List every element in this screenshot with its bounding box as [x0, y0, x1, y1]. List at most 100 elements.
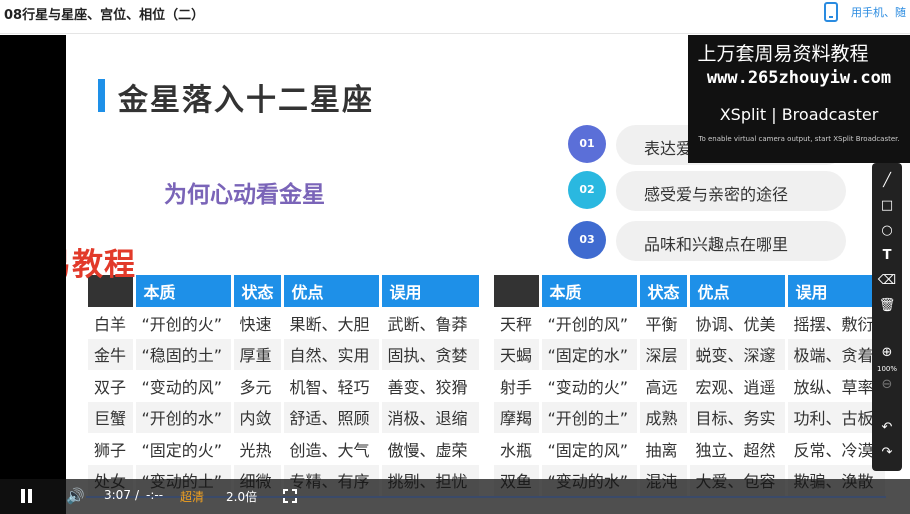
essence-cell: “固定的水” [540, 338, 640, 370]
overlay-cn-text: 上万套周易资料教程 [697, 43, 869, 65]
essence-cell: “开创的火” [134, 307, 234, 339]
strength-cell: 宏观、逍遥 [688, 370, 788, 402]
state-cell: 深层 [638, 338, 690, 370]
table-row: 水瓶 “固定的风” 抽离 独立、超然 反常、冷漠 [494, 433, 888, 465]
sign-cell: 摩羯 [494, 401, 542, 433]
essence-cell: “稳固的土” [134, 338, 234, 370]
state-cell: 厚重 [232, 338, 284, 370]
strength-cell: 目标、务实 [688, 401, 788, 433]
video-player[interactable]: 金星落入十二星座 为何心动看金星 01 表达爱 02 感受爱与亲密的途径 03 … [0, 35, 910, 514]
essence-cell: “开创的水” [134, 401, 234, 433]
slide-title: 金星落入十二星座 [118, 83, 374, 118]
misuse-cell: 善变、狡猾 [380, 370, 482, 402]
table-header-row: 本质 状态 优点 误用 [494, 275, 888, 307]
table-row: 双子 “变动的风” 多元 机智、轻巧 善变、狡猾 [88, 370, 482, 402]
watermark-red: 九易教程 [66, 247, 136, 283]
state-cell: 内敛 [232, 401, 284, 433]
table-header-misuse: 误用 [786, 275, 888, 307]
table-row: 巨蟹 “开创的水” 内敛 舒适、照顾 消极、退缩 [88, 401, 482, 433]
fullscreen-icon[interactable] [283, 489, 297, 503]
point-number: 03 [568, 221, 606, 259]
drawing-toolbox: ╱ □ ○ T ⌫ 🗑 ⊕ 100% ⊖ ↶ ↷ [872, 163, 902, 471]
table-header-strength: 优点 [282, 275, 382, 307]
title-accent-bar [98, 79, 105, 112]
table-header-misuse: 误用 [380, 275, 482, 307]
strength-cell: 自然、实用 [282, 338, 382, 370]
time-current: 3:07 [104, 488, 131, 502]
misuse-cell: 武断、鲁莽 [380, 307, 482, 339]
zoom-in-icon[interactable]: ⊕ [877, 343, 897, 363]
point-item: 03 品味和兴趣点在哪里 [568, 221, 856, 261]
point-text: 品味和兴趣点在哪里 [644, 235, 789, 254]
misuse-cell: 极端、贪着 [786, 338, 888, 370]
phone-icon[interactable] [824, 2, 838, 22]
point-text: 感受爱与亲密的途径 [644, 185, 789, 204]
sign-cell: 水瓶 [494, 433, 542, 465]
essence-cell: “开创的风” [540, 307, 640, 339]
line-icon[interactable]: ╱ [877, 171, 897, 191]
strength-cell: 蜕变、深邃 [688, 338, 788, 370]
player-controls: 🔊 3:07 / -:-- 超清 2.0倍 [0, 479, 910, 514]
state-cell: 高远 [638, 370, 690, 402]
sign-cell: 双子 [88, 370, 136, 402]
venus-table-right: 本质 状态 优点 误用 天秤 “开创的风” 平衡 协调、优美 摇摆、敷衍 天蝎 “固定的水”… [494, 275, 888, 496]
strength-cell: 协调、优美 [688, 307, 788, 339]
state-cell: 光热 [232, 433, 284, 465]
strength-cell: 机智、轻巧 [282, 370, 382, 402]
slide-question: 为何心动看金星 [164, 182, 325, 208]
point-number: 02 [568, 171, 606, 209]
table-header-strength: 优点 [688, 275, 788, 307]
zoom-level: 100% [876, 365, 897, 373]
strength-cell: 舒适、照顾 [282, 401, 382, 433]
point-item: 02 感受爱与亲密的途径 [568, 171, 856, 211]
volume-icon[interactable]: 🔊 [66, 487, 86, 505]
misuse-cell: 傲慢、虚荣 [380, 433, 482, 465]
point-text: 表达爱 [644, 139, 693, 158]
essence-cell: “变动的火” [540, 370, 640, 402]
state-cell: 抽离 [638, 433, 690, 465]
table-header-state: 状态 [638, 275, 690, 307]
venus-table-left: 本质 状态 优点 误用 白羊 “开创的火” 快速 果断、大胆 武断、鲁莽 金牛 “稳固的土”… [88, 275, 482, 496]
xsplit-brand: XSplit | Broadcaster [719, 105, 879, 124]
trash-icon[interactable]: 🗑 [877, 296, 897, 316]
pause-icon[interactable] [20, 489, 34, 503]
text-icon[interactable]: T [877, 246, 897, 266]
mobile-link[interactable]: 用手机、随 [851, 4, 906, 20]
state-cell: 快速 [232, 307, 284, 339]
time-total: -:-- [146, 488, 164, 502]
strength-cell: 独立、超然 [688, 433, 788, 465]
eraser-icon[interactable]: ⌫ [877, 271, 897, 291]
table-row: 白羊 “开创的火” 快速 果断、大胆 武断、鲁莽 [88, 307, 482, 339]
speed-button[interactable]: 2.0倍 [226, 488, 257, 505]
top-bar: 08行星与星座、宫位、相位（二） 用手机、随 [0, 0, 910, 34]
circle-icon[interactable]: ○ [877, 221, 897, 241]
table-row: 狮子 “固定的火” 光热 创造、大气 傲慢、虚荣 [88, 433, 482, 465]
rectangle-icon[interactable]: □ [877, 196, 897, 216]
misuse-cell: 反常、冷漠 [786, 433, 888, 465]
misuse-cell: 消极、退缩 [380, 401, 482, 433]
zoom-out-icon[interactable]: ⊖ [877, 375, 897, 395]
essence-cell: “开创的土” [540, 401, 640, 433]
essence-cell: “固定的火” [134, 433, 234, 465]
quality-button[interactable]: 超清 [180, 488, 204, 505]
table-header-row: 本质 状态 优点 误用 [88, 275, 482, 307]
table-header-state: 状态 [232, 275, 284, 307]
undo-icon[interactable]: ↶ [877, 418, 897, 438]
sign-cell: 射手 [494, 370, 542, 402]
page-title: 08行星与星座、宫位、相位（二） [4, 8, 205, 23]
overlay-url-text: www.265zhouyiw.com [706, 68, 892, 88]
table-header-essence: 本质 [540, 275, 640, 307]
sign-cell: 天秤 [494, 307, 542, 339]
state-cell: 成熟 [638, 401, 690, 433]
sign-cell: 白羊 [88, 307, 136, 339]
misuse-cell: 功利、古板 [786, 401, 888, 433]
essence-cell: “固定的风” [540, 433, 640, 465]
state-cell: 平衡 [638, 307, 690, 339]
xsplit-note: To enable virtual camera output, start X… [698, 135, 900, 143]
sign-cell: 巨蟹 [88, 401, 136, 433]
essence-cell: “变动的风” [134, 370, 234, 402]
table-row: 天蝎 “固定的水” 深层 蜕变、深邃 极端、贪着 [494, 338, 888, 370]
redo-icon[interactable]: ↷ [877, 443, 897, 463]
progress-bar[interactable] [86, 496, 886, 498]
state-cell: 多元 [232, 370, 284, 402]
